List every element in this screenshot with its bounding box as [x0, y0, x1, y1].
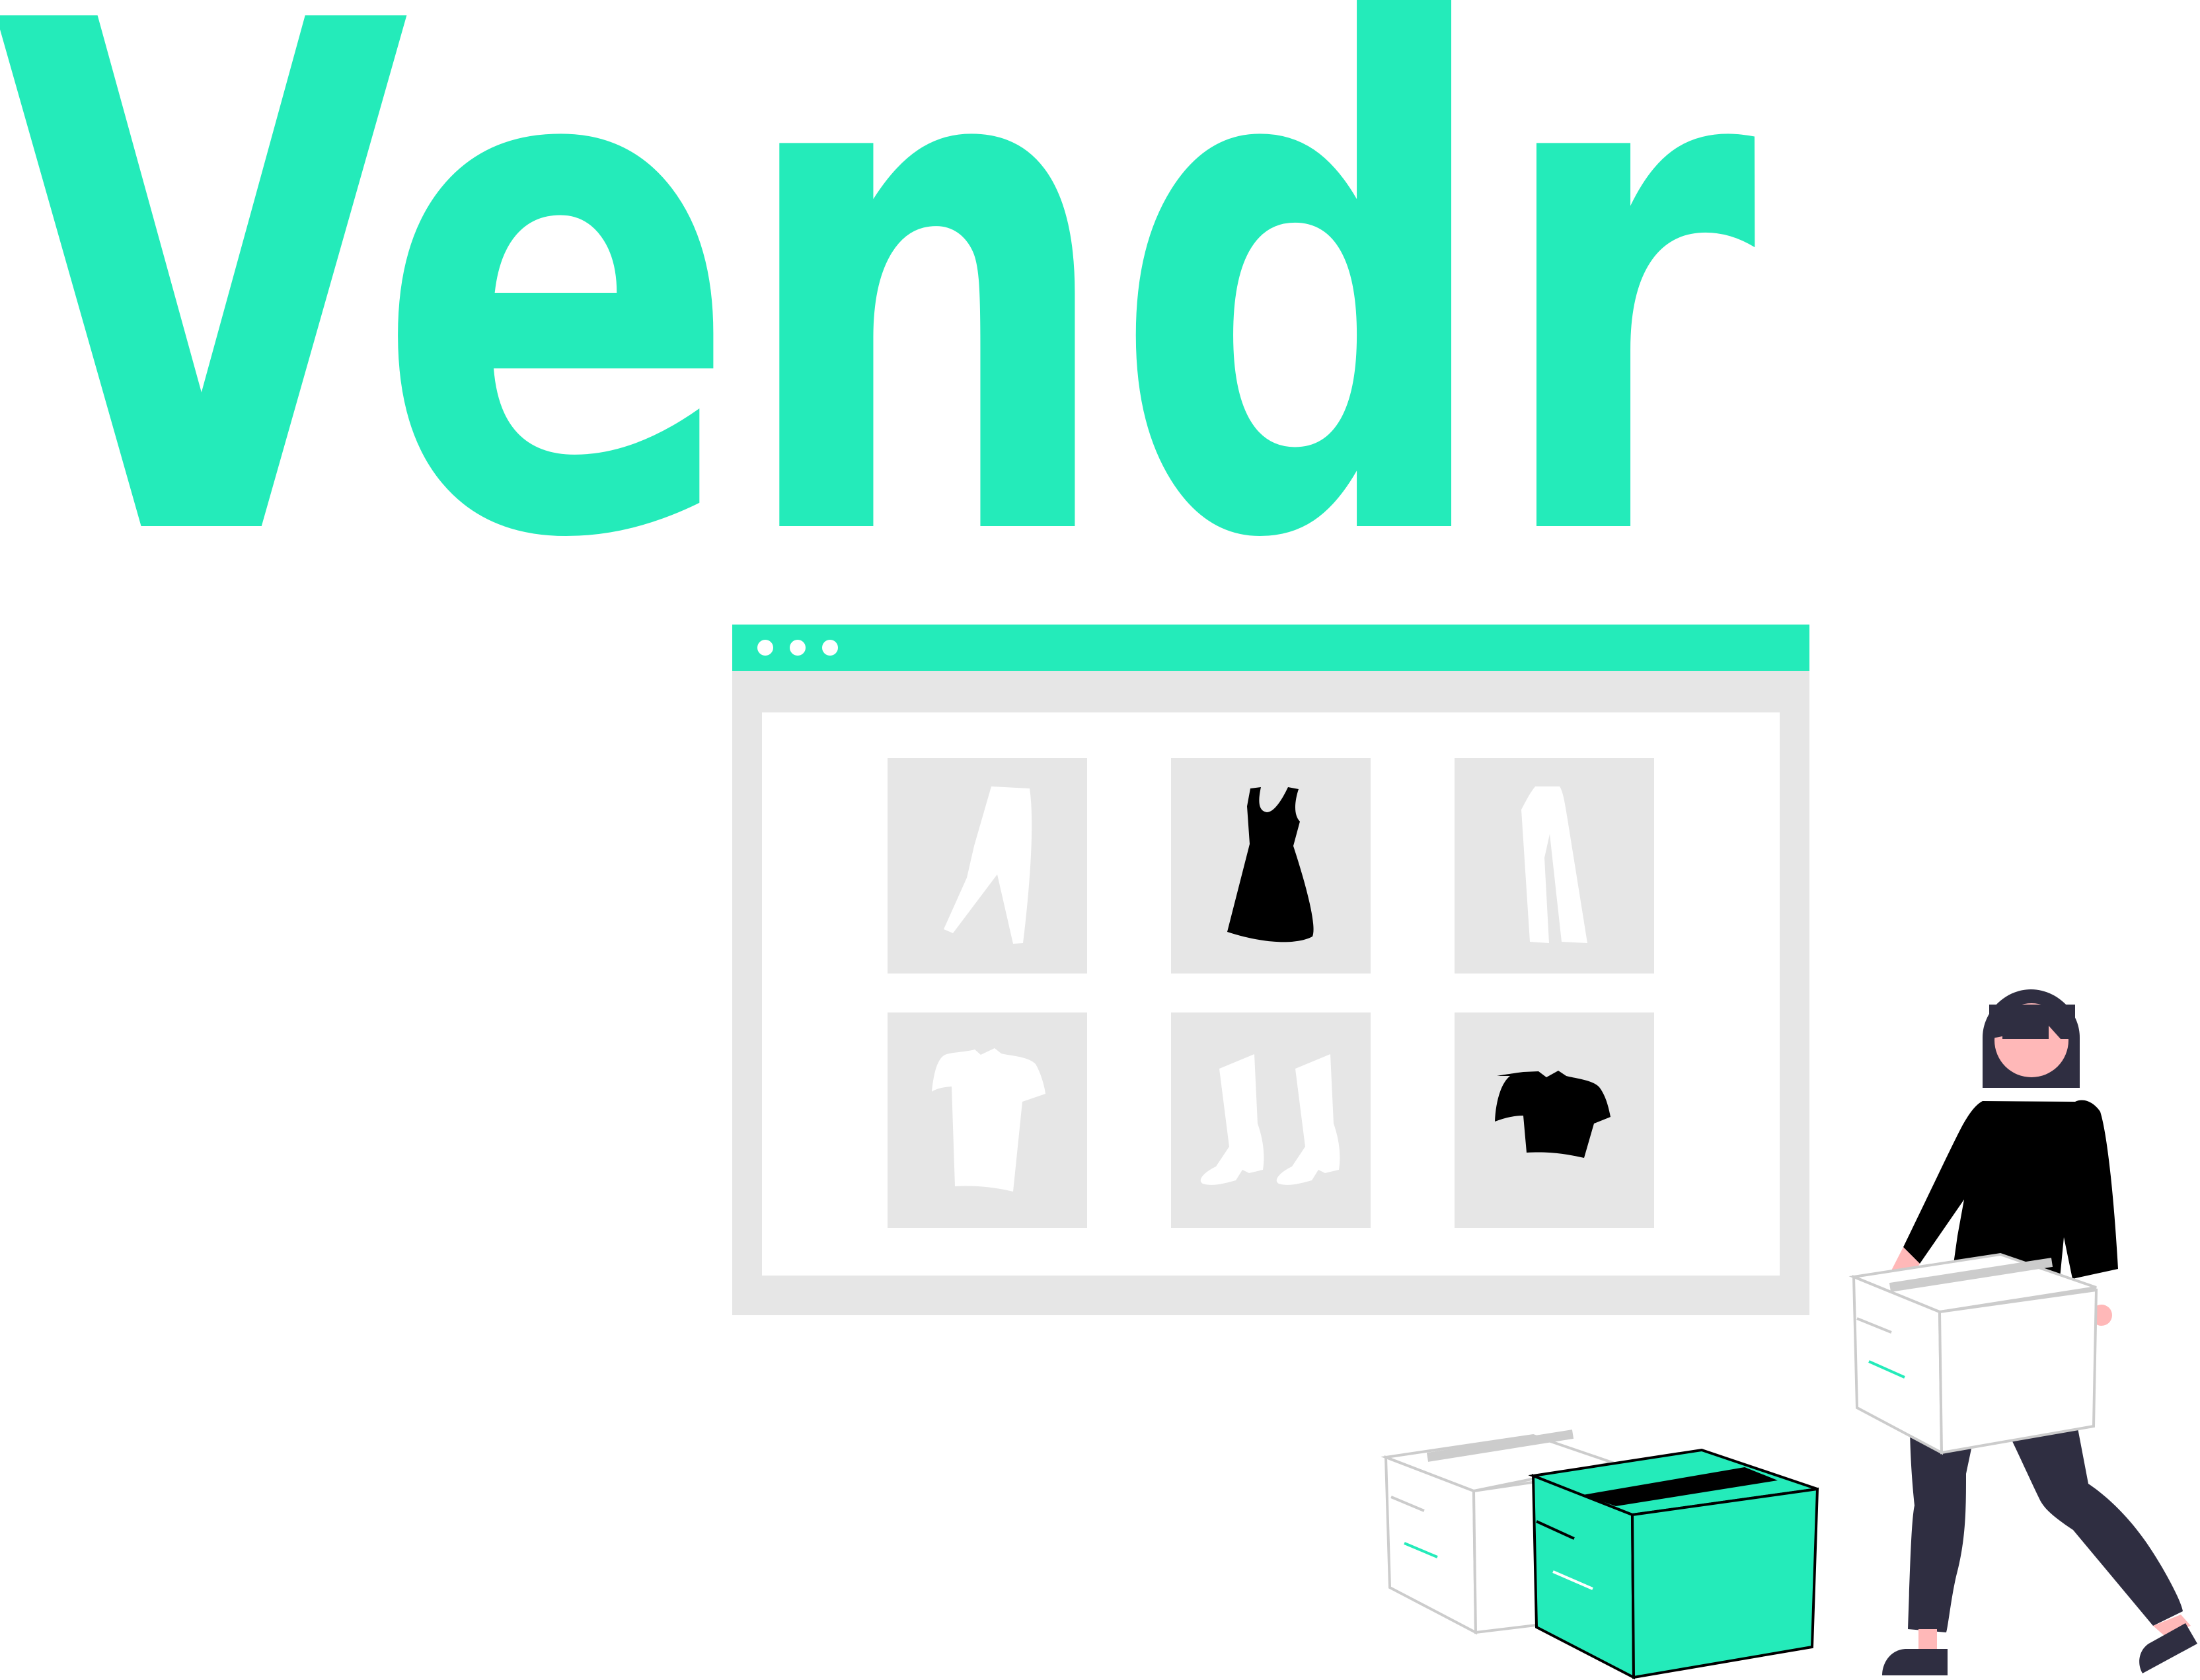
product-tile-socks[interactable] [1171, 1012, 1371, 1228]
green-box [1528, 1448, 1819, 1680]
illustration-scene [732, 625, 2197, 1680]
window-dot-2[interactable] [790, 640, 806, 656]
person-bangs [1989, 1005, 2075, 1039]
person-ankle-front [1918, 1629, 1937, 1649]
browser-titlebar [732, 625, 1809, 671]
window-dot-1[interactable] [757, 640, 773, 656]
person-carrying-box [1848, 989, 2197, 1675]
browser-window [732, 625, 1809, 1315]
carried-box [1848, 1252, 2098, 1455]
person-shoe-front [1882, 1649, 1948, 1675]
window-dot-3[interactable] [822, 640, 838, 656]
person-back-leg [2002, 1414, 2183, 1626]
